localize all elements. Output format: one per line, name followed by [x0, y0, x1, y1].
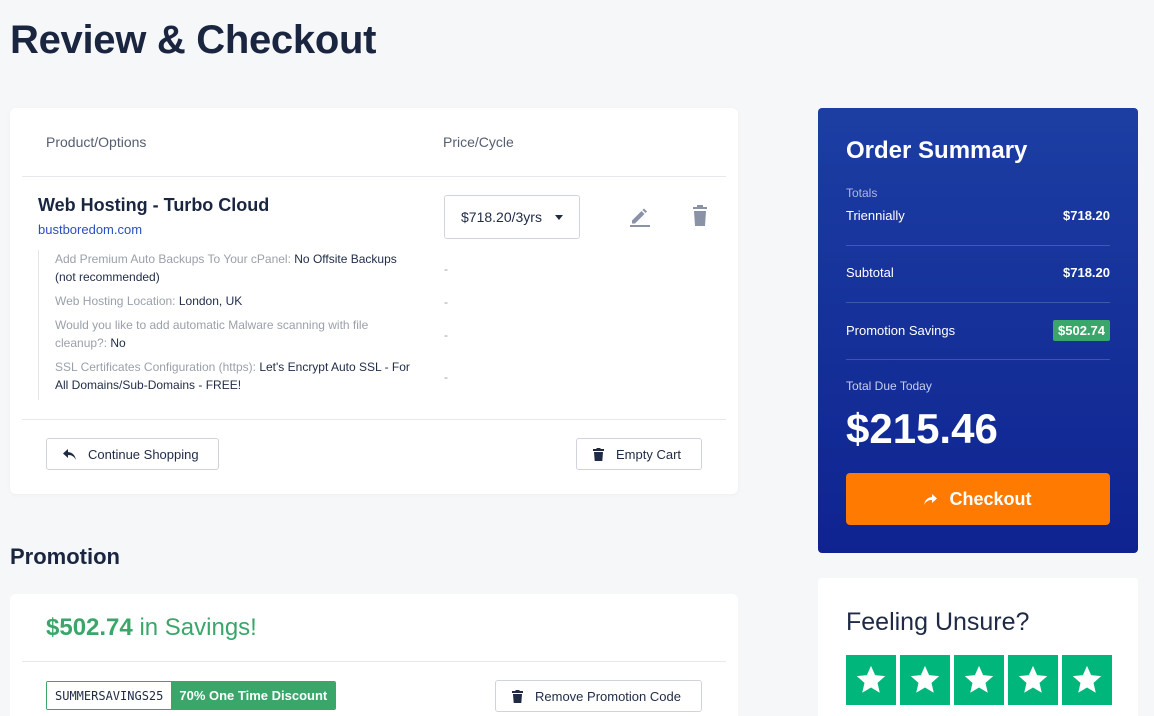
caret-down-icon [555, 215, 563, 220]
share-icon [924, 493, 938, 505]
option-backups: Add Premium Auto Backups To Your cPanel:… [55, 252, 397, 284]
cycle-amount: $718.20 [1063, 208, 1110, 223]
billing-cycle-select[interactable]: $718.20/3yrs [444, 195, 580, 239]
reply-icon [63, 448, 76, 460]
promotion-divider [22, 661, 726, 662]
product-domain-link[interactable]: bustboredom.com [38, 222, 142, 237]
subtotal-row: Subtotal $718.20 [846, 265, 1110, 280]
summary-divider [846, 302, 1110, 303]
cart-card: Product/Options Price/Cycle Web Hosting … [10, 108, 738, 494]
billing-cycle-value: $718.20/3yrs [461, 209, 542, 225]
promo-code-tag: SUMMERSAVINGS25 70% One Time Discount [46, 681, 337, 710]
order-summary-title: Order Summary [846, 137, 1028, 164]
empty-cart-button[interactable]: Empty Cart [576, 438, 702, 470]
remove-item-button[interactable] [690, 205, 710, 227]
column-header-product: Product/Options [46, 134, 147, 150]
continue-shopping-button[interactable]: Continue Shopping [46, 438, 219, 470]
savings-text: in Savings! [139, 614, 257, 641]
subtotal-amount: $718.20 [1063, 265, 1110, 280]
star-icon [1062, 655, 1112, 705]
product-options: Add Premium Auto Backups To Your cPanel:… [38, 250, 438, 400]
promo-code: SUMMERSAVINGS25 [47, 682, 172, 709]
promotion-savings-badge: $502.74 [1053, 320, 1110, 341]
summary-divider [846, 359, 1110, 360]
subtotal-label: Subtotal [846, 265, 894, 280]
trash-icon [693, 205, 707, 226]
feeling-unsure-title: Feeling Unsure? [846, 608, 1030, 636]
option-ssl: SSL Certificates Configuration (https): … [55, 360, 410, 392]
product-name: Web Hosting - Turbo Cloud [38, 195, 270, 215]
cart-header: Product/Options Price/Cycle [22, 108, 726, 177]
total-due-amount: $215.46 [846, 405, 998, 452]
order-summary-panel: Order Summary Totals Triennially $718.20… [818, 108, 1138, 553]
column-header-price: Price/Cycle [443, 134, 514, 150]
edit-icon [630, 208, 650, 227]
savings-message: $502.74 in Savings! [46, 614, 257, 642]
cart-footer-divider [22, 419, 726, 420]
summary-divider [846, 245, 1110, 246]
option-price: - [444, 262, 448, 276]
option-location: Web Hosting Location: London, UK [55, 294, 243, 308]
promotion-savings-row: Promotion Savings $502.74 [846, 320, 1110, 341]
option-price: - [444, 370, 448, 384]
edit-item-button[interactable] [628, 204, 652, 228]
checkout-button[interactable]: Checkout [846, 473, 1110, 525]
feeling-unsure-card: Feeling Unsure? [818, 578, 1138, 716]
promo-description: 70% One Time Discount [171, 682, 336, 709]
star-icon [1008, 655, 1058, 705]
page-title: Review & Checkout [10, 18, 377, 62]
totals-label: Totals [846, 186, 878, 200]
promotion-savings-label: Promotion Savings [846, 323, 956, 338]
option-price: - [444, 295, 448, 309]
option-malware: Would you like to add automatic Malware … [55, 318, 369, 350]
option-price: - [444, 328, 448, 342]
cycle-label: Triennially [846, 208, 905, 223]
star-icon [846, 655, 896, 705]
trash-icon [512, 689, 523, 703]
cycle-row: Triennially $718.20 [846, 208, 1110, 223]
savings-amount: $502.74 [46, 614, 133, 641]
trash-icon [593, 447, 604, 461]
remove-promotion-button[interactable]: Remove Promotion Code [495, 680, 702, 712]
total-due-label: Total Due Today [846, 379, 932, 393]
promotion-heading: Promotion [10, 544, 120, 569]
trustpilot-rating [846, 655, 1112, 705]
promotion-card: $502.74 in Savings! SUMMERSAVINGS25 70% … [10, 594, 738, 716]
star-icon [900, 655, 950, 705]
star-icon [954, 655, 1004, 705]
